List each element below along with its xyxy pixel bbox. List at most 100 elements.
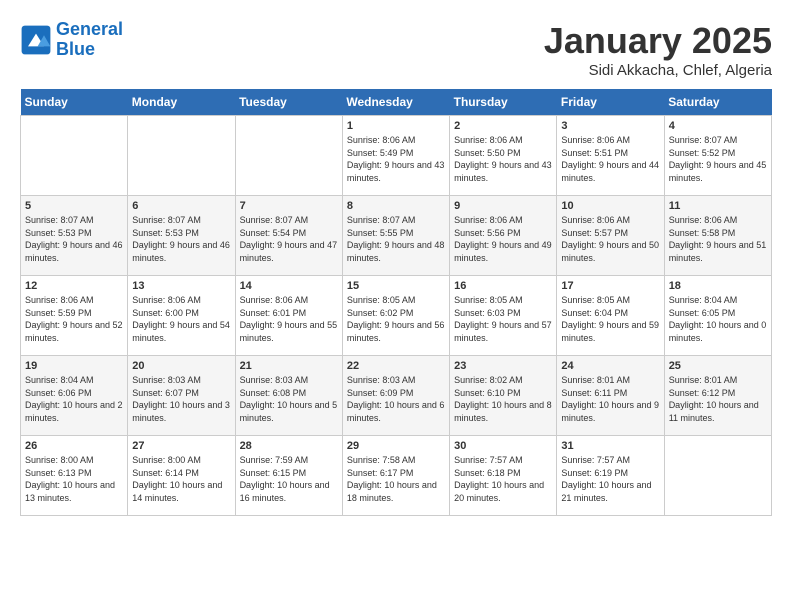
day-number: 12: [25, 280, 123, 292]
day-info: Sunrise: 8:07 AM Sunset: 5:52 PM Dayligh…: [669, 134, 767, 184]
calendar-cell: 1Sunrise: 8:06 AM Sunset: 5:49 PM Daylig…: [342, 116, 449, 196]
day-info: Sunrise: 8:07 AM Sunset: 5:53 PM Dayligh…: [25, 214, 123, 264]
day-info: Sunrise: 8:06 AM Sunset: 5:57 PM Dayligh…: [561, 214, 659, 264]
calendar-cell: 25 Sunrise: 8:01 AM Sunset: 6:12 PM Dayli…: [664, 356, 771, 436]
day-number: 13: [132, 280, 230, 292]
day-info: Sunrise: 8:06 AM Sunset: 6:00 PM Dayligh…: [132, 294, 230, 344]
header-cell-saturday: Saturday: [664, 89, 771, 116]
header-cell-tuesday: Tuesday: [235, 89, 342, 116]
logo-line2: Blue: [56, 39, 95, 59]
header-cell-wednesday: Wednesday: [342, 89, 449, 116]
calendar-cell: 29Sunrise: 7:58 AM Sunset: 6:17 PM Dayli…: [342, 436, 449, 516]
day-info: Sunrise: 8:06 AM Sunset: 5:51 PM Dayligh…: [561, 134, 659, 184]
calendar-week-3: 12Sunrise: 8:06 AM Sunset: 5:59 PM Dayli…: [21, 276, 772, 356]
calendar-cell: [664, 436, 771, 516]
calendar-cell: 21 Sunrise: 8:03 AM Sunset: 6:08 PM Dayli…: [235, 356, 342, 436]
calendar-cell: 22 Sunrise: 8:03 AM Sunset: 6:09 PM Dayli…: [342, 356, 449, 436]
day-number: 8: [347, 200, 445, 212]
calendar-cell: 20 Sunrise: 8:03 AM Sunset: 6:07 PM Dayli…: [128, 356, 235, 436]
calendar-cell: 26Sunrise: 8:00 AM Sunset: 6:13 PM Dayli…: [21, 436, 128, 516]
calendar-cell: 10 Sunrise: 8:06 AM Sunset: 5:57 PM Dayli…: [557, 196, 664, 276]
day-number: 23: [454, 360, 552, 372]
logo: General Blue: [20, 20, 123, 60]
day-number: 1: [347, 120, 445, 132]
day-info: Sunrise: 7:57 AM Sunset: 6:19 PM Dayligh…: [561, 454, 659, 504]
logo-text: General Blue: [56, 20, 123, 60]
day-number: 25: [669, 360, 767, 372]
day-number: 9: [454, 200, 552, 212]
calendar-cell: 27Sunrise: 8:00 AM Sunset: 6:14 PM Dayli…: [128, 436, 235, 516]
header-cell-sunday: Sunday: [21, 89, 128, 116]
day-number: 21: [240, 360, 338, 372]
day-info: Sunrise: 8:06 AM Sunset: 5:56 PM Dayligh…: [454, 214, 552, 264]
calendar-week-2: 5Sunrise: 8:07 AM Sunset: 5:53 PM Daylig…: [21, 196, 772, 276]
day-number: 19: [25, 360, 123, 372]
day-number: 6: [132, 200, 230, 212]
day-number: 29: [347, 440, 445, 452]
day-info: Sunrise: 7:59 AM Sunset: 6:15 PM Dayligh…: [240, 454, 338, 504]
day-number: 22: [347, 360, 445, 372]
calendar-cell: 28 Sunrise: 7:59 AM Sunset: 6:15 PM Dayli…: [235, 436, 342, 516]
day-number: 2: [454, 120, 552, 132]
header-cell-friday: Friday: [557, 89, 664, 116]
calendar-cell: 23 Sunrise: 8:02 AM Sunset: 6:10 PM Dayli…: [450, 356, 557, 436]
calendar-header: SundayMondayTuesdayWednesdayThursdayFrid…: [21, 89, 772, 116]
logo-icon: [20, 24, 52, 56]
calendar-cell: [235, 116, 342, 196]
day-info: Sunrise: 8:06 AM Sunset: 6:01 PM Dayligh…: [240, 294, 338, 344]
header-cell-thursday: Thursday: [450, 89, 557, 116]
page-header: General Blue January 2025 Sidi Akkacha, …: [20, 20, 772, 79]
day-info: Sunrise: 8:05 AM Sunset: 6:04 PM Dayligh…: [561, 294, 659, 344]
calendar-cell: 16Sunrise: 8:05 AM Sunset: 6:03 PM Dayli…: [450, 276, 557, 356]
header-row: SundayMondayTuesdayWednesdayThursdayFrid…: [21, 89, 772, 116]
calendar-cell: 3 Sunrise: 8:06 AM Sunset: 5:51 PM Daylig…: [557, 116, 664, 196]
header-cell-monday: Monday: [128, 89, 235, 116]
day-info: Sunrise: 8:05 AM Sunset: 6:03 PM Dayligh…: [454, 294, 552, 344]
calendar-cell: 17 Sunrise: 8:05 AM Sunset: 6:04 PM Dayli…: [557, 276, 664, 356]
calendar-cell: 11 Sunrise: 8:06 AM Sunset: 5:58 PM Dayli…: [664, 196, 771, 276]
day-number: 3: [561, 120, 659, 132]
day-number: 4: [669, 120, 767, 132]
calendar-cell: 5Sunrise: 8:07 AM Sunset: 5:53 PM Daylig…: [21, 196, 128, 276]
calendar-cell: 18Sunrise: 8:04 AM Sunset: 6:05 PM Dayli…: [664, 276, 771, 356]
day-info: Sunrise: 8:07 AM Sunset: 5:55 PM Dayligh…: [347, 214, 445, 264]
calendar-cell: [128, 116, 235, 196]
day-info: Sunrise: 8:01 AM Sunset: 6:11 PM Dayligh…: [561, 374, 659, 424]
calendar-cell: 8 Sunrise: 8:07 AM Sunset: 5:55 PM Daylig…: [342, 196, 449, 276]
day-info: Sunrise: 8:02 AM Sunset: 6:10 PM Dayligh…: [454, 374, 552, 424]
day-info: Sunrise: 8:03 AM Sunset: 6:07 PM Dayligh…: [132, 374, 230, 424]
calendar-cell: 13 Sunrise: 8:06 AM Sunset: 6:00 PM Dayli…: [128, 276, 235, 356]
day-number: 7: [240, 200, 338, 212]
logo-line1: General: [56, 19, 123, 39]
day-number: 11: [669, 200, 767, 212]
calendar-cell: 19 Sunrise: 8:04 AM Sunset: 6:06 PM Dayli…: [21, 356, 128, 436]
calendar-cell: 14Sunrise: 8:06 AM Sunset: 6:01 PM Dayli…: [235, 276, 342, 356]
day-number: 26: [25, 440, 123, 452]
calendar-cell: 12Sunrise: 8:06 AM Sunset: 5:59 PM Dayli…: [21, 276, 128, 356]
day-info: Sunrise: 8:03 AM Sunset: 6:08 PM Dayligh…: [240, 374, 338, 424]
calendar-week-5: 26Sunrise: 8:00 AM Sunset: 6:13 PM Dayli…: [21, 436, 772, 516]
calendar-cell: 2 Sunrise: 8:06 AM Sunset: 5:50 PM Daylig…: [450, 116, 557, 196]
day-number: 10: [561, 200, 659, 212]
day-info: Sunrise: 8:07 AM Sunset: 5:53 PM Dayligh…: [132, 214, 230, 264]
day-info: Sunrise: 8:06 AM Sunset: 5:58 PM Dayligh…: [669, 214, 767, 264]
day-number: 17: [561, 280, 659, 292]
calendar-week-1: 1Sunrise: 8:06 AM Sunset: 5:49 PM Daylig…: [21, 116, 772, 196]
day-number: 31: [561, 440, 659, 452]
location-subtitle: Sidi Akkacha, Chlef, Algeria: [544, 62, 772, 79]
day-info: Sunrise: 8:07 AM Sunset: 5:54 PM Dayligh…: [240, 214, 338, 264]
title-area: January 2025 Sidi Akkacha, Chlef, Algeri…: [544, 20, 772, 79]
day-info: Sunrise: 8:03 AM Sunset: 6:09 PM Dayligh…: [347, 374, 445, 424]
day-info: Sunrise: 8:06 AM Sunset: 5:50 PM Dayligh…: [454, 134, 552, 184]
calendar-cell: 7 Sunrise: 8:07 AM Sunset: 5:54 PM Daylig…: [235, 196, 342, 276]
day-info: Sunrise: 7:57 AM Sunset: 6:18 PM Dayligh…: [454, 454, 552, 504]
calendar-week-4: 19 Sunrise: 8:04 AM Sunset: 6:06 PM Dayli…: [21, 356, 772, 436]
day-info: Sunrise: 8:01 AM Sunset: 6:12 PM Dayligh…: [669, 374, 767, 424]
calendar-cell: 24 Sunrise: 8:01 AM Sunset: 6:11 PM Dayli…: [557, 356, 664, 436]
day-number: 24: [561, 360, 659, 372]
day-number: 20: [132, 360, 230, 372]
calendar-cell: 6 Sunrise: 8:07 AM Sunset: 5:53 PM Daylig…: [128, 196, 235, 276]
day-info: Sunrise: 8:04 AM Sunset: 6:06 PM Dayligh…: [25, 374, 123, 424]
day-number: 28: [240, 440, 338, 452]
calendar-table: SundayMondayTuesdayWednesdayThursdayFrid…: [20, 89, 772, 516]
